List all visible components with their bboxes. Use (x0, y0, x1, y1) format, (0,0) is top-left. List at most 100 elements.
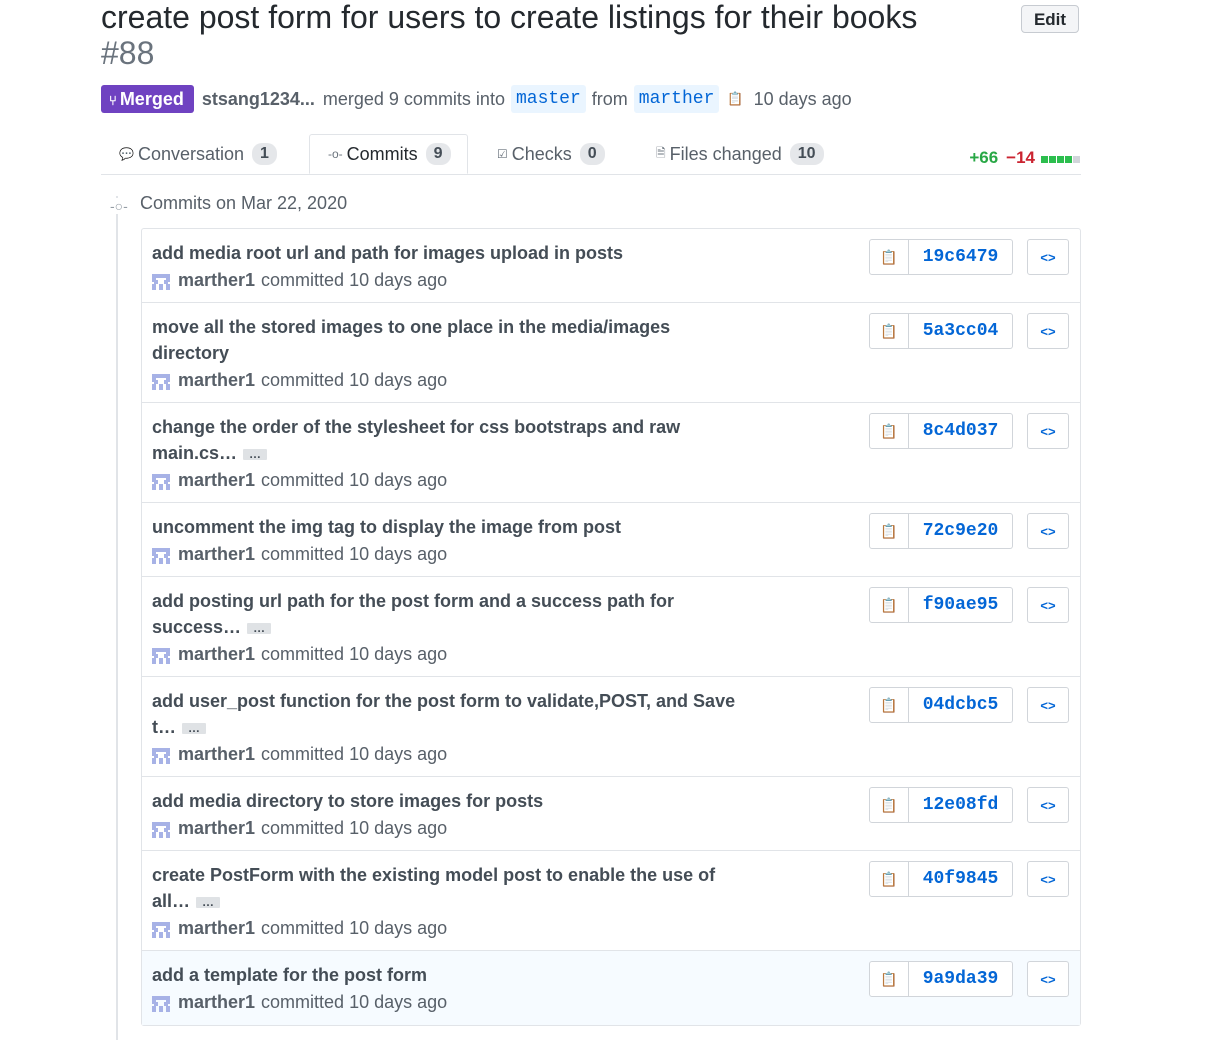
tab-commits[interactable]: -o- Commits 9 (309, 134, 468, 174)
diffstat-block (1073, 156, 1080, 163)
copy-sha-button[interactable]: 📋 (869, 587, 909, 623)
commit-sha-link[interactable]: 12e08fd (909, 787, 1013, 823)
edit-button[interactable]: Edit (1021, 5, 1079, 33)
avatar[interactable] (152, 746, 170, 764)
commit-message[interactable]: add posting url path for the post form a… (152, 588, 742, 640)
commit-sha-link[interactable]: 40f9845 (909, 861, 1013, 897)
commit-message[interactable]: create PostForm with the existing model … (152, 862, 742, 914)
commit-sha-link[interactable]: 72c9e20 (909, 513, 1013, 549)
checks-icon: ☑ (497, 147, 508, 161)
copy-sha-button[interactable]: 📋 (869, 787, 909, 823)
commit-time: committed 10 days ago (261, 744, 448, 764)
avatar[interactable] (152, 546, 170, 564)
commit-sha-link[interactable]: f90ae95 (909, 587, 1013, 623)
commit-message-text[interactable]: create PostForm with the existing model … (152, 865, 715, 911)
copy-sha-button[interactable]: 📋 (869, 861, 909, 897)
commit-message-text[interactable]: add media root url and path for images u… (152, 243, 623, 263)
commit-sha-link[interactable]: 8c4d037 (909, 413, 1013, 449)
expand-message-button[interactable]: … (247, 622, 272, 634)
file-diff-icon: 🗎 (656, 145, 666, 160)
commit-message-text[interactable]: add user_post function for the post form… (152, 691, 735, 737)
base-branch[interactable]: master (510, 85, 586, 113)
commit-message[interactable]: add user_post function for the post form… (152, 688, 742, 740)
commit-actions: 📋 8c4d037 <> (869, 413, 1069, 449)
commit-sha-link[interactable]: 19c6479 (909, 239, 1013, 275)
commit-row: create PostForm with the existing model … (142, 851, 1080, 951)
commit-sha-link[interactable]: 5a3cc04 (909, 313, 1013, 349)
browse-repo-button[interactable]: <> (1027, 587, 1069, 623)
commit-sha-link[interactable]: 9a9da39 (909, 961, 1013, 997)
commit-author-link[interactable]: marther1 (178, 644, 255, 665)
commit-row: add a template for the post form marther1… (142, 951, 1080, 1025)
commit-time: committed 10 days ago (261, 370, 448, 390)
commit-author-link[interactable]: marther1 (178, 818, 255, 839)
head-branch[interactable]: marther (633, 85, 720, 113)
commit-byline: marther1 committed 10 days ago (152, 370, 447, 391)
copy-sha-button[interactable]: 📋 (869, 961, 909, 997)
commit-message[interactable]: move all the stored images to one place … (152, 314, 742, 366)
copy-sha-button[interactable]: 📋 (869, 513, 909, 549)
avatar[interactable] (152, 994, 170, 1012)
commit-row: add user_post function for the post form… (142, 677, 1080, 777)
tab-files-changed[interactable]: 🗎 Files changed 10 (656, 134, 824, 174)
commit-time: committed 10 days ago (261, 818, 448, 838)
tab-label: Files changed (669, 143, 782, 164)
merged-time: 10 days ago (753, 88, 852, 109)
browse-repo-button[interactable]: <> (1027, 687, 1069, 723)
avatar[interactable] (152, 820, 170, 838)
avatar[interactable] (152, 646, 170, 664)
pr-number: #88 (101, 35, 155, 71)
browse-repo-button[interactable]: <> (1027, 787, 1069, 823)
commit-message[interactable]: uncomment the img tag to display the ima… (152, 514, 742, 540)
commit-author-link[interactable]: marther1 (178, 544, 255, 565)
browse-repo-button[interactable]: <> (1027, 513, 1069, 549)
commit-author-link[interactable]: marther1 (178, 992, 255, 1013)
pr-author-link[interactable]: stsang1234... (202, 89, 315, 110)
tab-conversation[interactable]: 💬 Conversation 1 (119, 134, 277, 174)
copy-sha-button[interactable]: 📋 (869, 687, 909, 723)
commit-message-text[interactable]: add a template for the post form (152, 965, 427, 985)
commit-author-link[interactable]: marther1 (178, 744, 255, 765)
tab-checks[interactable]: ☑ Checks 0 (497, 134, 605, 174)
commit-sha-link[interactable]: 04dcbc5 (909, 687, 1013, 723)
browse-repo-button[interactable]: <> (1027, 313, 1069, 349)
browse-repo-button[interactable]: <> (1027, 239, 1069, 275)
tab-counter: 1 (252, 143, 277, 165)
commit-author-link[interactable]: marther1 (178, 918, 255, 939)
diffstat-block (1041, 156, 1048, 163)
commit-row: move all the stored images to one place … (142, 303, 1080, 403)
copy-sha-button[interactable]: 📋 (869, 413, 909, 449)
diffstat-block (1057, 156, 1064, 163)
clipboard-icon[interactable]: 📋 (727, 91, 743, 107)
browse-repo-button[interactable]: <> (1027, 961, 1069, 997)
copy-sha-button[interactable]: 📋 (869, 239, 909, 275)
tab-label: Checks (511, 143, 572, 164)
avatar[interactable] (152, 372, 170, 390)
commit-author-link[interactable]: marther1 (178, 270, 255, 291)
commit-message[interactable]: add a template for the post form (152, 962, 742, 988)
pr-tabs: 💬 Conversation 1 -o- Commits 9 ☑ Checks … (101, 134, 1081, 175)
expand-message-button[interactable]: … (243, 448, 268, 460)
commit-message[interactable]: change the order of the stylesheet for c… (152, 414, 742, 466)
avatar[interactable] (152, 272, 170, 290)
browse-repo-button[interactable]: <> (1027, 413, 1069, 449)
commit-time: committed 10 days ago (261, 470, 448, 490)
browse-repo-button[interactable]: <> (1027, 861, 1069, 897)
avatar[interactable] (152, 920, 170, 938)
commit-byline: marther1 committed 10 days ago (152, 644, 447, 665)
comment-icon: 💬 (119, 147, 134, 161)
commit-message-text[interactable]: change the order of the stylesheet for c… (152, 417, 680, 463)
commit-actions: 📋 04dcbc5 <> (869, 687, 1069, 723)
commit-message-text[interactable]: add posting url path for the post form a… (152, 591, 674, 637)
commit-message-text[interactable]: add media directory to store images for … (152, 791, 543, 811)
avatar[interactable] (152, 472, 170, 490)
expand-message-button[interactable]: … (196, 896, 221, 908)
commit-message[interactable]: add media directory to store images for … (152, 788, 742, 814)
expand-message-button[interactable]: … (182, 722, 206, 734)
copy-sha-button[interactable]: 📋 (869, 313, 909, 349)
commit-message-text[interactable]: move all the stored images to one place … (152, 317, 670, 363)
commit-message[interactable]: add media root url and path for images u… (152, 240, 742, 266)
commit-author-link[interactable]: marther1 (178, 470, 255, 491)
commit-author-link[interactable]: marther1 (178, 370, 255, 391)
commit-message-text[interactable]: uncomment the img tag to display the ima… (152, 517, 621, 537)
